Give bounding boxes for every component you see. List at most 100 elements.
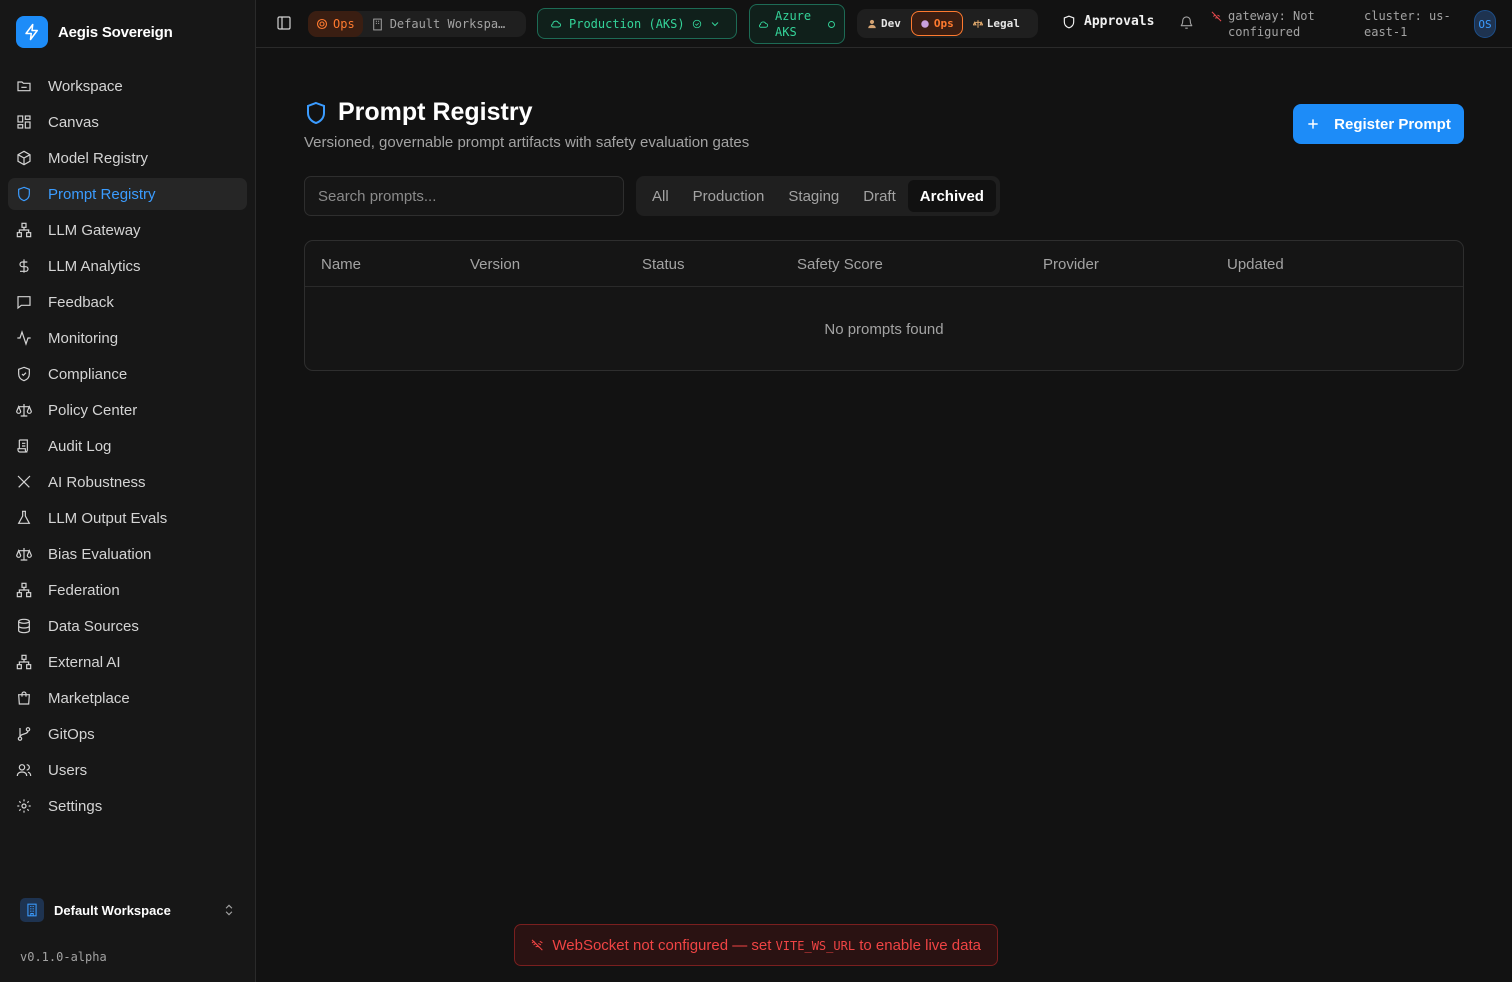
network-icon <box>16 654 32 670</box>
workspace-name: Default Workspace <box>54 902 171 918</box>
lightning-icon <box>16 16 48 48</box>
brand[interactable]: Aegis Sovereign <box>16 16 173 48</box>
column-header-updated[interactable]: Updated <box>1227 256 1284 273</box>
shield-icon <box>18 186 30 202</box>
cloud-provider-line: AKS <box>775 25 797 39</box>
search-input[interactable] <box>304 176 624 216</box>
sidebar-item-model-registry[interactable]: Model Registry <box>8 142 247 174</box>
sidebar: Aegis Sovereign Workspace Canvas Model R… <box>0 0 256 982</box>
toast-message: WebSocket not configured — set VITE_WS_U… <box>552 937 981 954</box>
persona-workspace-group: Ops Default Workspa… <box>308 11 526 37</box>
tab-production[interactable]: Production <box>681 180 777 212</box>
sidebar-item-external-ai[interactable]: External AI <box>8 646 247 678</box>
chevrons-up-down-icon <box>225 904 233 916</box>
persona-legal[interactable]: Legal <box>965 11 1028 36</box>
persona-ops[interactable]: Ops <box>910 11 963 36</box>
check-circle-icon <box>692 19 701 28</box>
cloud-provider-line: Azure <box>775 9 812 23</box>
status-filter-tabs: All Production Staging Draft Archived <box>636 176 1000 216</box>
top-bar: Ops Default Workspa… Production (AKS) Az… <box>256 0 1512 48</box>
sidebar-item-gitops[interactable]: GitOps <box>8 718 247 750</box>
sidebar-item-label: External AI <box>48 653 121 671</box>
sidebar-item-workspace[interactable]: Workspace <box>8 70 247 102</box>
tab-draft[interactable]: Draft <box>851 180 908 212</box>
column-header-provider[interactable]: Provider <box>1043 256 1099 273</box>
scale-icon <box>16 404 32 417</box>
bell-icon <box>1180 16 1193 29</box>
app-name: Aegis Sovereign <box>58 23 173 41</box>
cog-icon <box>921 19 929 28</box>
sidebar-item-llm-gateway[interactable]: LLM Gateway <box>8 214 247 246</box>
cloud-provider-badge[interactable]: Azure AKS <box>749 4 845 44</box>
sidebar-item-label: Canvas <box>48 113 99 131</box>
sidebar-item-monitoring[interactable]: Monitoring <box>8 322 247 354</box>
gateway-status-line: gateway: Not <box>1228 9 1315 23</box>
persona-label: Dev <box>881 17 901 30</box>
column-header-status[interactable]: Status <box>642 256 685 273</box>
register-prompt-button[interactable]: Register Prompt <box>1293 104 1464 144</box>
sidebar-item-label: Federation <box>48 581 120 599</box>
users-icon <box>16 764 32 777</box>
workspace-selector[interactable]: Default Workspa… <box>363 17 511 31</box>
dollar-icon <box>19 259 29 273</box>
sidebar-item-prompt-registry[interactable]: Prompt Registry <box>8 178 247 210</box>
status-dot-icon <box>828 20 835 28</box>
building-icon <box>20 898 44 922</box>
sidebar-item-ai-robustness[interactable]: AI Robustness <box>8 466 247 498</box>
sidebar-item-label: AI Robustness <box>48 473 146 491</box>
sidebar-item-llm-output-evals[interactable]: LLM Output Evals <box>8 502 247 534</box>
message-icon <box>17 296 31 310</box>
sidebar-item-label: Policy Center <box>48 401 138 419</box>
sidebar-item-audit-log[interactable]: Audit Log <box>8 430 247 462</box>
approvals-button[interactable]: Approvals <box>1062 14 1154 29</box>
sidebar-item-users[interactable]: Users <box>8 754 247 786</box>
cluster-info-line: east-1 <box>1364 25 1408 39</box>
sidebar-item-feedback[interactable]: Feedback <box>8 286 247 318</box>
environment-selector[interactable]: Production (AKS) <box>537 8 737 39</box>
persona-dev[interactable]: Dev <box>859 11 909 36</box>
page-header: Prompt Registry <box>304 98 532 127</box>
column-header-safety-score[interactable]: Safety Score <box>797 256 883 273</box>
box-icon <box>17 150 31 166</box>
building-icon <box>372 18 382 30</box>
folder-icon <box>17 81 31 92</box>
shield-icon <box>1063 15 1075 28</box>
toast-text: to enable live data <box>855 936 981 954</box>
sidebar-item-marketplace[interactable]: Marketplace <box>8 682 247 714</box>
database-icon <box>18 618 30 634</box>
sidebar-item-label: Model Registry <box>48 149 149 167</box>
persona-label: Ops <box>933 17 954 30</box>
sidebar-item-settings[interactable]: Settings <box>8 790 247 822</box>
sidebar-item-canvas[interactable]: Canvas <box>8 106 247 138</box>
sidebar-item-label: Workspace <box>48 77 123 95</box>
sidebar-toggle-button[interactable] <box>276 14 294 32</box>
sidebar-item-data-sources[interactable]: Data Sources <box>8 610 247 642</box>
sidebar-item-label: Data Sources <box>48 617 139 635</box>
gear-icon <box>17 799 31 813</box>
notifications-button[interactable] <box>1179 15 1194 30</box>
avatar[interactable]: OS <box>1474 10 1496 38</box>
sidebar-item-bias-evaluation[interactable]: Bias Evaluation <box>8 538 247 570</box>
sidebar-item-label: LLM Output Evals <box>48 509 168 527</box>
sidebar-item-llm-analytics[interactable]: LLM Analytics <box>8 250 247 282</box>
column-header-name[interactable]: Name <box>321 256 361 273</box>
page-title: Prompt Registry <box>338 98 533 126</box>
register-prompt-label: Register Prompt <box>1334 115 1451 133</box>
tab-archived[interactable]: Archived <box>907 180 996 212</box>
column-header-version[interactable]: Version <box>470 256 520 273</box>
persona-badge[interactable]: Ops <box>308 11 363 37</box>
sidebar-item-federation[interactable]: Federation <box>8 574 247 606</box>
toast-text: WebSocket not configured — set <box>552 936 776 954</box>
sidebar-item-compliance[interactable]: Compliance <box>8 358 247 390</box>
tab-staging[interactable]: Staging <box>776 180 851 212</box>
toast-code: VITE_WS_URL <box>775 938 856 953</box>
persona-switcher: Dev Ops Legal <box>857 9 1038 38</box>
tab-all[interactable]: All <box>640 180 681 212</box>
workspace-switcher[interactable]: Default Workspace <box>12 894 244 926</box>
cluster-info: cluster: us- east-1 <box>1364 8 1464 40</box>
sidebar-item-policy-center[interactable]: Policy Center <box>8 394 247 426</box>
chevron-down-icon <box>711 21 718 26</box>
network-icon <box>16 222 32 238</box>
sidebar-item-label: GitOps <box>48 725 95 743</box>
sidebar-item-label: Compliance <box>48 365 128 383</box>
